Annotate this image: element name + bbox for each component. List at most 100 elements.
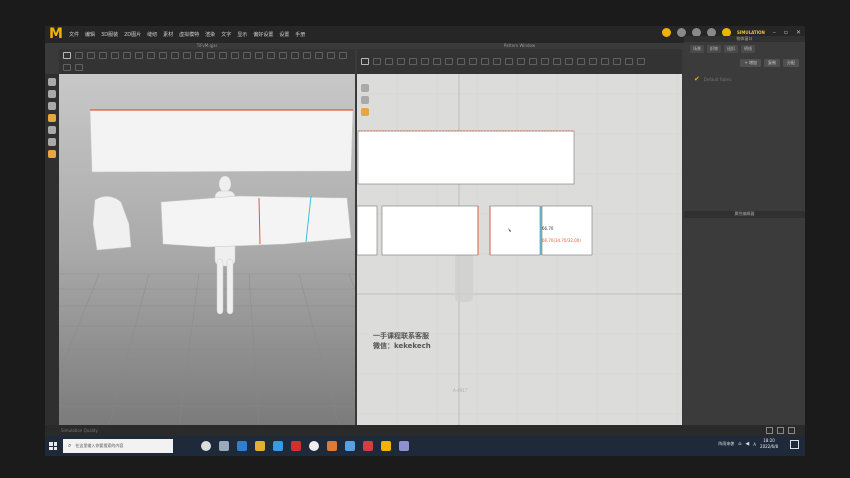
pattern-piece-1[interactable] [357, 205, 378, 256]
tab-fabric[interactable]: 织物 [707, 45, 721, 53]
layout-icon-1[interactable] [766, 427, 773, 434]
tack-tool-icon[interactable] [99, 51, 107, 59]
layout-icon-2[interactable] [777, 427, 784, 434]
fold-arrange-icon[interactable] [565, 58, 573, 65]
edge-icon[interactable] [237, 441, 247, 451]
camera-tool-icon[interactable] [75, 64, 83, 72]
texture-2d-icon[interactable] [625, 58, 633, 65]
dart-icon[interactable] [469, 58, 477, 65]
maximize-icon[interactable]: ▫ [784, 29, 788, 36]
task-view-icon[interactable] [219, 441, 229, 451]
grading-icon[interactable] [613, 58, 621, 65]
texture-tool-icon[interactable] [231, 51, 239, 59]
shrink-tool-icon[interactable] [147, 51, 155, 59]
tab-topstitch[interactable]: 明线 [741, 45, 755, 53]
ime-indicator[interactable]: A [753, 442, 756, 447]
edit-pattern-icon[interactable] [361, 58, 369, 65]
display-pressure-icon[interactable] [48, 150, 56, 158]
windows-start-icon[interactable] [49, 442, 57, 450]
menu-file[interactable]: 文件 [69, 31, 79, 38]
display-avatar-icon[interactable] [48, 78, 56, 86]
menu-display[interactable]: 显示 [237, 31, 247, 38]
line-tool-icon[interactable] [291, 51, 299, 59]
network-icon[interactable]: ⌂ [738, 441, 741, 447]
taskbar-search[interactable]: ⌕ 在这里输入你要搜索的内容 [63, 439, 173, 453]
app-icon-purple[interactable] [399, 441, 409, 451]
sun-icon[interactable] [661, 28, 671, 37]
internal-polygon-icon[interactable] [457, 58, 465, 65]
pattern-piece-3[interactable] [489, 205, 541, 256]
app-icon-blue[interactable] [345, 441, 355, 451]
strengthen-tool-icon[interactable] [159, 51, 167, 59]
notch-icon[interactable] [553, 58, 561, 65]
steam-tool-icon[interactable] [135, 51, 143, 59]
menu-avatar[interactable]: 虚拟模特 [179, 31, 199, 38]
fabric-panel-left[interactable] [92, 196, 132, 251]
graphic-tool-icon[interactable] [243, 51, 251, 59]
graphic-2d-icon[interactable] [637, 58, 645, 65]
curve-point-icon[interactable] [397, 58, 405, 65]
hanger-tool-icon[interactable] [315, 51, 323, 59]
button-tool-icon[interactable] [183, 51, 191, 59]
simulation-label[interactable]: SIMULATION [737, 30, 765, 35]
move-tool-icon[interactable] [75, 51, 83, 59]
menu-render[interactable]: 渲染 [205, 31, 215, 38]
tab-scene[interactable]: 场景 [690, 45, 704, 53]
fold-tool-icon[interactable] [87, 51, 95, 59]
layout-icon-3[interactable] [788, 427, 795, 434]
avatar-tool-icon[interactable] [303, 51, 311, 59]
menu-sewing[interactable]: 缝纫 [147, 31, 157, 38]
pattern-piece-top[interactable] [357, 130, 575, 185]
transform-pattern-icon[interactable] [373, 58, 381, 65]
add-point-icon[interactable] [409, 58, 417, 65]
pattern-piece-2[interactable] [381, 205, 479, 256]
cortana-icon[interactable] [201, 441, 211, 451]
circle-icon[interactable] [445, 58, 453, 65]
rectangle-icon[interactable] [433, 58, 441, 65]
app-icon-red[interactable] [363, 441, 373, 451]
zipper-tool-icon[interactable] [195, 51, 203, 59]
seam-allowance-icon[interactable] [493, 58, 501, 65]
polygon-icon[interactable] [421, 58, 429, 65]
menu-preferences[interactable]: 偏好设置 [253, 31, 273, 38]
ruler-icon[interactable] [589, 58, 597, 65]
explorer-icon[interactable] [255, 441, 265, 451]
volume-icon[interactable]: ◀ [745, 441, 749, 447]
fit-tool-icon[interactable] [361, 108, 369, 116]
transform-tool-icon[interactable] [267, 51, 275, 59]
check-sewing-icon[interactable] [529, 58, 537, 65]
grain-icon[interactable] [577, 58, 585, 65]
puckering-tool-icon[interactable] [207, 51, 215, 59]
fabric-panel-top[interactable] [89, 109, 354, 173]
view2d-viewport[interactable]: 66.70 66.70(34.70/32.00) 一手课程联系客服 微信：kek… [357, 74, 682, 425]
pin-2d-icon[interactable] [541, 58, 549, 65]
pose-tool-icon[interactable] [63, 64, 71, 72]
display-stress-icon[interactable] [48, 126, 56, 134]
app-icon-orange[interactable] [327, 441, 337, 451]
view3d-viewport[interactable] [59, 74, 355, 425]
notification-icon[interactable] [790, 439, 799, 449]
snap-tool-icon[interactable] [327, 51, 335, 59]
store-icon[interactable] [273, 441, 283, 451]
assign-button[interactable]: 分配 [783, 59, 799, 67]
menu-3d-garment[interactable]: 3D服装 [101, 31, 118, 38]
segment-tool-icon[interactable] [279, 51, 287, 59]
segment-sewing-icon[interactable] [505, 58, 513, 65]
menu-text[interactable]: 文字 [221, 31, 231, 38]
menu-materials[interactable]: 素材 [163, 31, 173, 38]
add-button[interactable]: + 增加 [740, 59, 761, 67]
menu-settings[interactable]: 设置 [279, 31, 289, 38]
menu-2d-pattern[interactable]: 2D图片 [124, 31, 141, 38]
edit-point-icon[interactable] [385, 58, 393, 65]
weather-text[interactable]: 阵雨来袭 [718, 441, 734, 447]
display-strain-icon[interactable] [48, 114, 56, 122]
menu-edit[interactable]: 编辑 [85, 31, 95, 38]
minimize-icon[interactable]: – [773, 29, 776, 36]
trace-icon[interactable] [481, 58, 489, 65]
brush-tool-icon[interactable] [219, 51, 227, 59]
annotation-icon[interactable] [601, 58, 609, 65]
pan-tool-icon[interactable] [361, 96, 369, 104]
display-garment-icon[interactable] [48, 90, 56, 98]
clo-taskbar-icon[interactable] [381, 441, 391, 451]
trim-tool-icon[interactable] [255, 51, 263, 59]
